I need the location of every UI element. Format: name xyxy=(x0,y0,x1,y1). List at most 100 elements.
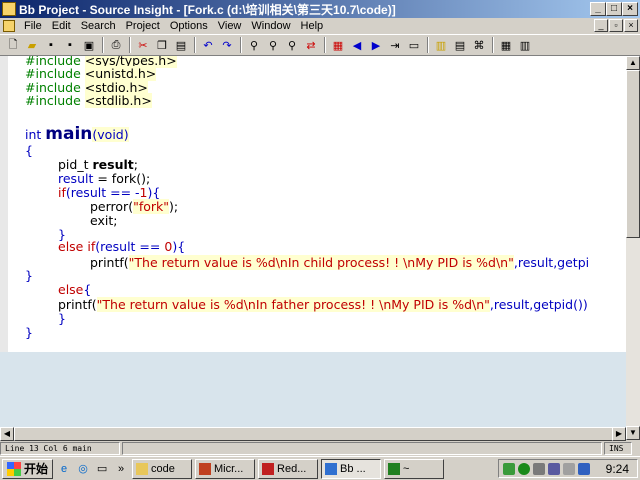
back-icon[interactable]: ◀ xyxy=(348,36,366,54)
status-message xyxy=(122,442,602,455)
start-button[interactable]: 开始 xyxy=(2,458,54,479)
menu-view[interactable]: View xyxy=(213,20,247,32)
scroll-right-icon[interactable]: ▶ xyxy=(612,427,626,441)
tray-network-icon[interactable] xyxy=(503,462,515,475)
code-line: #include <unistd.h> xyxy=(25,66,157,81)
windows-logo-icon xyxy=(7,461,21,476)
menu-help[interactable]: Help xyxy=(296,20,329,32)
tray-printer-icon[interactable] xyxy=(533,462,545,475)
tray-app-icon[interactable] xyxy=(548,462,560,475)
status-position: Line 13 Col 6 main xyxy=(0,442,120,455)
app-icon[interactable] xyxy=(2,2,16,16)
code-line: exit; xyxy=(90,213,118,228)
desktop-icon[interactable]: ▭ xyxy=(94,461,110,477)
save-all-icon[interactable]: ▪ xyxy=(61,36,79,54)
relation-icon[interactable]: ▤ xyxy=(451,36,469,54)
ie-icon[interactable]: e xyxy=(56,461,72,477)
code-line: } xyxy=(25,325,33,340)
red-app-icon xyxy=(262,462,275,475)
editor-gutter xyxy=(0,56,8,352)
replace-icon[interactable]: ⇄ xyxy=(302,36,320,54)
find-icon[interactable]: ⚲ xyxy=(245,36,263,54)
clock[interactable]: 9:24 xyxy=(606,462,629,476)
code-line: if(result == -1){ xyxy=(58,185,161,200)
copy-icon[interactable]: ❐ xyxy=(153,36,171,54)
cut-icon[interactable]: ✂ xyxy=(134,36,152,54)
scroll-left-icon[interactable]: ◀ xyxy=(0,427,14,441)
task-red[interactable]: Red... xyxy=(258,458,319,479)
code-line: #include <stdlib.h> xyxy=(25,93,152,108)
vertical-scroll-thumb[interactable] xyxy=(626,70,640,238)
tray-settings-icon[interactable] xyxy=(563,462,575,475)
code-line: { xyxy=(25,143,33,158)
menu-project[interactable]: Project xyxy=(121,20,165,32)
status-bar: Line 13 Col 6 main INS xyxy=(0,441,640,456)
code-line: printf("The return value is %d\nIn child… xyxy=(90,255,590,270)
code-line: printf("The return value is %d\nIn fathe… xyxy=(58,297,588,312)
bookmark-icon[interactable]: ▦ xyxy=(329,36,347,54)
tray-status-icon[interactable] xyxy=(518,462,530,475)
outlook-icon[interactable]: ◎ xyxy=(75,461,91,477)
minimize-button[interactable]: _ xyxy=(590,2,606,16)
menu-search[interactable]: Search xyxy=(76,20,121,32)
menu-edit[interactable]: Edit xyxy=(47,20,76,32)
layout-icon[interactable]: ▥ xyxy=(516,36,534,54)
new-file-icon[interactable]: 🗋 xyxy=(4,36,22,54)
close-file-icon[interactable]: ▣ xyxy=(80,36,98,54)
browse-icon[interactable]: ▭ xyxy=(405,36,423,54)
print-icon[interactable]: ⎙ xyxy=(107,36,125,54)
find-next-icon[interactable]: ⚲ xyxy=(264,36,282,54)
code-line: result = fork(); xyxy=(58,171,151,186)
title-bar[interactable]: Bb Project - Source Insight - [Fork.c (d… xyxy=(0,0,640,18)
vertical-scrollbar[interactable]: ▲ ▼ xyxy=(626,56,640,440)
task-code[interactable]: code xyxy=(132,458,193,479)
horizontal-scrollbar[interactable]: ◀ ▶ xyxy=(0,427,626,441)
system-tray: 9:24 xyxy=(498,459,638,478)
paste-icon[interactable]: ▤ xyxy=(172,36,190,54)
task-terminal[interactable]: ~ xyxy=(384,458,445,479)
scroll-down-icon[interactable]: ▼ xyxy=(626,426,640,440)
scroll-up-icon[interactable]: ▲ xyxy=(626,56,640,70)
window-icon[interactable]: ▦ xyxy=(497,36,515,54)
jump-icon[interactable]: ⇥ xyxy=(386,36,404,54)
menu-options[interactable]: Options xyxy=(165,20,213,32)
code-line: else{ xyxy=(58,282,92,297)
save-icon[interactable]: ▪ xyxy=(42,36,60,54)
more-quicklaunch-icon[interactable]: » xyxy=(113,461,129,477)
code-line: int main(void) xyxy=(25,124,129,144)
task-microsoft[interactable]: Micr... xyxy=(195,458,256,479)
source-insight-window: Bb Project - Source Insight - [Fork.c (d… xyxy=(0,0,640,456)
forward-icon[interactable]: ▶ xyxy=(367,36,385,54)
powerpoint-icon xyxy=(199,462,212,475)
code-line: } xyxy=(25,268,33,283)
undo-icon[interactable]: ↶ xyxy=(199,36,217,54)
find-prev-icon[interactable]: ⚲ xyxy=(283,36,301,54)
toolbar: 🗋 ▰ ▪ ▪ ▣ ⎙ ✂ ❐ ▤ ↶ ↷ ⚲ ⚲ ⚲ ⇄ ▦ ◀ ▶ ⇥ ▭ … xyxy=(0,34,640,56)
document-icon[interactable] xyxy=(3,20,15,32)
close-button[interactable]: × xyxy=(622,2,638,16)
doc-restore-button[interactable]: ▫ xyxy=(609,19,623,32)
doc-close-button[interactable]: × xyxy=(624,19,638,32)
open-icon[interactable]: ▰ xyxy=(23,36,41,54)
symbol-icon[interactable]: ▥ xyxy=(432,36,450,54)
maximize-button[interactable]: □ xyxy=(606,2,622,16)
redo-icon[interactable]: ↷ xyxy=(218,36,236,54)
task-bb[interactable]: Bb ... xyxy=(321,458,382,479)
tray-volume-icon[interactable] xyxy=(578,462,590,475)
window-title: Bb Project - Source Insight - [Fork.c (d… xyxy=(19,2,396,17)
code-line: } xyxy=(58,311,66,326)
folder-icon xyxy=(136,462,149,475)
doc-minimize-button[interactable]: _ xyxy=(594,19,608,32)
horizontal-scroll-thumb[interactable] xyxy=(14,427,614,441)
code-line: else if(result == 0){ xyxy=(58,239,186,254)
sync-icon[interactable]: ⌘ xyxy=(470,36,488,54)
taskbar: 开始 e ◎ ▭ » code Micr... Red... Bb ... ~ … xyxy=(0,456,640,480)
menu-file[interactable]: File xyxy=(19,20,47,32)
status-mode: INS xyxy=(604,442,632,455)
menu-window[interactable]: Window xyxy=(246,20,295,32)
code-editor[interactable]: #include <sys/types.h> #include <unistd.… xyxy=(0,56,626,352)
menu-bar: File Edit Search Project Options View Wi… xyxy=(0,18,640,34)
terminal-icon xyxy=(388,462,401,475)
code-line: perror("fork"); xyxy=(90,199,179,214)
code-line: pid_t result; xyxy=(58,157,138,172)
